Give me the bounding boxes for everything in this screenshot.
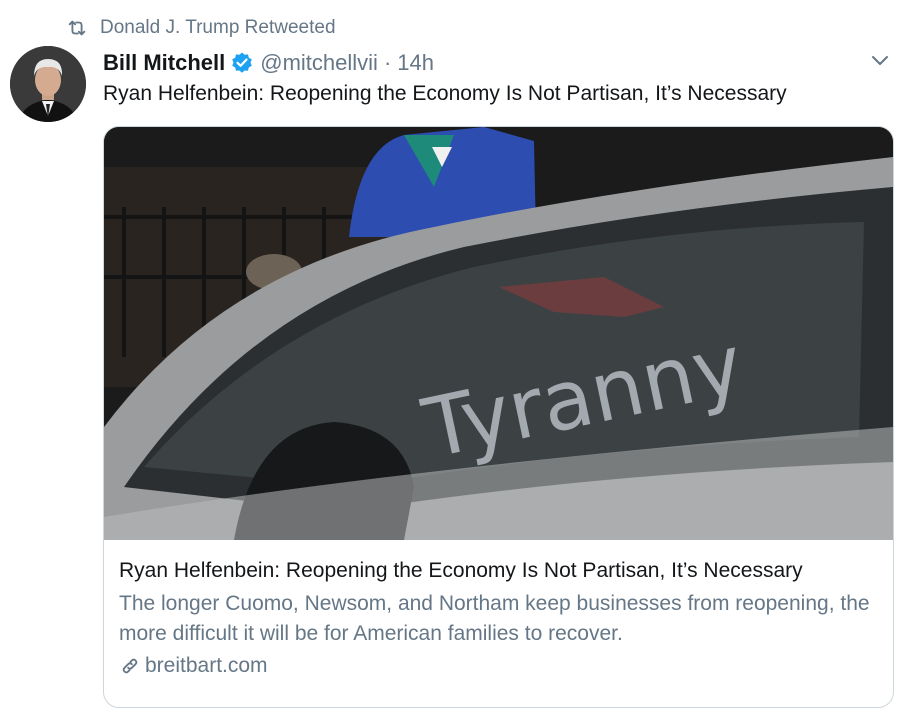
- card-title[interactable]: Ryan Helfenbein: Reopening the Economy I…: [119, 559, 879, 583]
- separator-dot: ·: [383, 50, 392, 75]
- card-image: Tyranny: [104, 127, 893, 540]
- link-icon: [122, 658, 138, 674]
- card-description: The longer Cuomo, Newsom, and Northam ke…: [119, 592, 870, 645]
- retweet-icon: [68, 20, 86, 36]
- card-domain-text: breitbart.com: [145, 654, 268, 677]
- tweet-timestamp[interactable]: 14h: [397, 50, 434, 76]
- author-name[interactable]: Bill Mitchell: [103, 50, 225, 76]
- card-body: Ryan Helfenbein: Reopening the Economy I…: [119, 559, 879, 678]
- author-handle[interactable]: @mitchellvii: [260, 50, 378, 76]
- card-domain[interactable]: breitbart.com: [119, 654, 879, 678]
- avatar-image: [10, 46, 86, 122]
- tweet-header: Bill Mitchell @mitchellvii · 14h: [103, 48, 434, 78]
- link-card[interactable]: Tyranny Ryan Helfenbein: Reopening the E…: [103, 126, 894, 708]
- retweet-label: Donald J. Trump Retweeted: [100, 17, 336, 38]
- tweet-text: Ryan Helfenbein: Reopening the Economy I…: [103, 82, 787, 105]
- chevron-down-icon[interactable]: [868, 48, 892, 72]
- verified-badge-icon: [232, 52, 253, 73]
- avatar[interactable]: [10, 46, 86, 122]
- retweet-context[interactable]: Donald J. Trump Retweeted: [66, 14, 336, 42]
